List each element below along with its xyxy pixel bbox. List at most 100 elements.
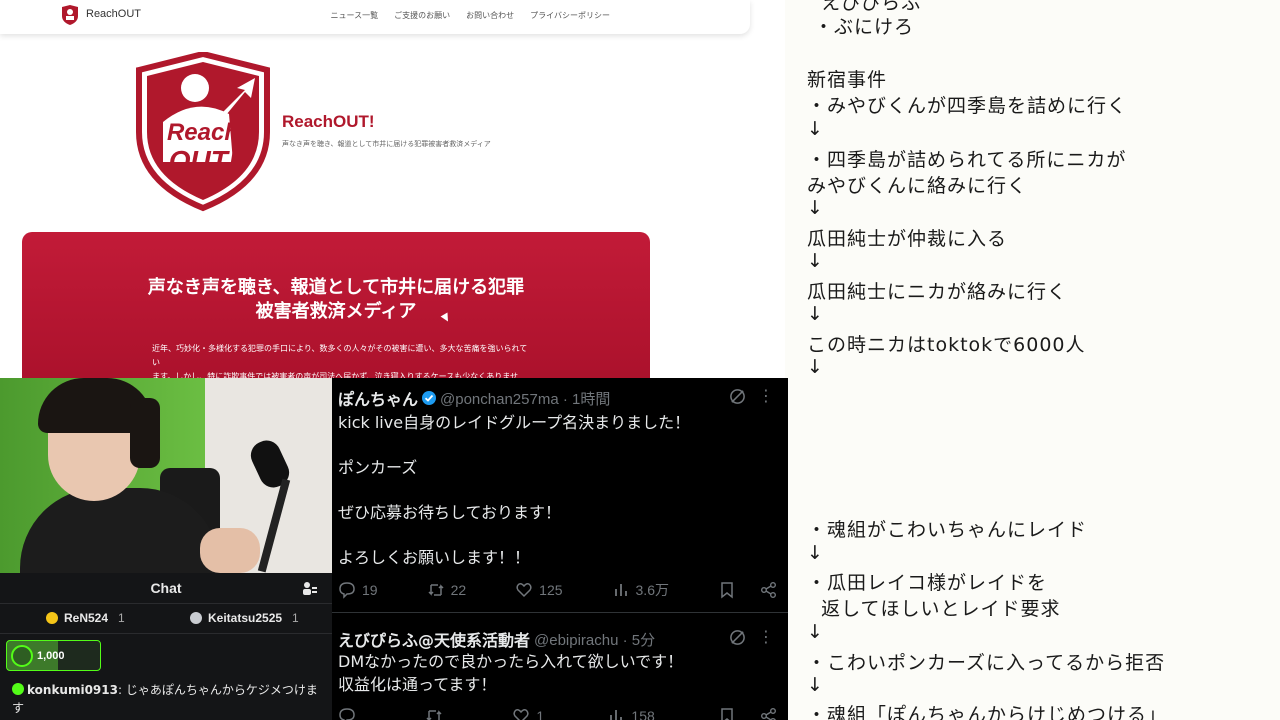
reply-icon [339, 582, 355, 599]
grok-icon[interactable] [729, 629, 746, 646]
streamer-hand [200, 528, 260, 573]
note-line: ・魂組がこわいちゃんにレイド [807, 519, 1088, 541]
tweet-body: DMなかったので良かったら入れて欲しいです！ 収益化は通ってます！ [338, 652, 684, 694]
card-title: 声なき声を聴き、報道として市井に届ける犯罪 被害者救済メディア [22, 276, 650, 324]
note-line: 瓜田純士にニカが絡みに行く [807, 281, 1068, 303]
grok-icon[interactable] [729, 388, 746, 405]
bookmark-icon[interactable] [718, 581, 736, 599]
view-count: 3.6万 [635, 582, 669, 598]
screen: ReachOUT ニュース一覧 ご支援のお願い お問い合わせ プライバシーポリシ… [0, 0, 1280, 720]
nav-support[interactable]: ご支援のお願い [394, 10, 450, 21]
note-line: ・魂組「ぽんちゃんからけじめつける」 [807, 704, 1168, 720]
card-body: 近年、巧妙化・多様化する犯罪の手口により、数多くの人々がその被害に遭い、多大な苦… [152, 342, 532, 378]
notes-panel: えびぴらふ ・ぶにけろ 新宿事件 ・みやびくんが四季島を詰めに行く ↓ ・四季島… [785, 0, 1280, 720]
nav-privacy[interactable]: プライバシーポリシー [530, 10, 610, 21]
card-title-line-1: 声なき声を聴き、報道として市井に届ける犯罪 [147, 277, 525, 298]
card-title-line-2: 被害者救済メディア [255, 301, 417, 322]
bookmark-icon[interactable] [718, 707, 736, 720]
site-nav: ニュース一覧 ご支援のお願い お問い合わせ プライバシーポリシー [331, 10, 610, 21]
leaderboard-item[interactable]: Keitatsu2525 1 [190, 611, 299, 625]
note-line: 瓜田純士が仲裁に入る [807, 228, 1008, 250]
users-icon[interactable] [302, 581, 318, 597]
tweet-actions: 19 22 125 3.6万 [338, 580, 778, 600]
tweet-author-name[interactable]: えびぴらふ@天使系活動者 [338, 627, 530, 651]
logo-text-reach: Reach [167, 119, 239, 146]
tweet-body: kick live自身のレイドグループ名決まりました！ ポンカーズ ぜひ応募お待… [338, 413, 691, 567]
hero-red-card: 声なき声を聴き、報道として市井に届ける犯罪 被害者救済メディア 近年、巧妙化・多… [22, 232, 650, 378]
like-button[interactable]: 1 [512, 707, 544, 720]
note-line: ・こわいポンカーズに入ってるから拒否 [807, 652, 1166, 674]
heart-icon [513, 709, 530, 720]
chat-message: konkumi0913: じゃあぽんちゃんからケジメつけます ね [12, 681, 324, 720]
retweet-icon [426, 710, 442, 720]
note-line: ↓ [807, 303, 824, 325]
tweet-author-name[interactable]: ぽんちゃん [338, 386, 418, 410]
card-body-line-2: ます。しかし、特に詐欺事件では被害者の声が司法へ届かず、泣き寝入りするケースも少… [152, 372, 518, 378]
share-icon[interactable] [760, 707, 778, 720]
note-line: ↓ [807, 542, 824, 564]
gold-rank-icon [46, 612, 58, 624]
webcam-feed [0, 378, 332, 573]
pinned-gift-pill[interactable]: 1,000 [6, 640, 101, 671]
gift-amount: 1,000 [37, 649, 65, 662]
note-line: 返してほしいとレイド要求 [807, 598, 1061, 620]
tweet-handle-time[interactable]: @ebipirachu · 5分 [534, 629, 655, 650]
tweet-separator [332, 612, 788, 613]
note-line: 新宿事件 [807, 69, 888, 91]
reply-icon [339, 708, 355, 720]
reply-button[interactable]: 19 [338, 581, 378, 599]
note-line: ・四季島が詰められてる所にニカが [807, 149, 1127, 171]
hero-title: ReachOUT! [282, 112, 375, 131]
reply-button[interactable] [338, 707, 362, 720]
views-chart-icon [610, 710, 623, 720]
tweet-extra-actions [718, 581, 778, 599]
gifter-avatar [11, 644, 33, 667]
reachout-logo-icon: Reach OUT! [136, 52, 270, 212]
verified-badge-icon [422, 391, 437, 405]
retweet-button[interactable] [425, 707, 449, 720]
heart-icon [516, 583, 532, 598]
reachout-logo-small-icon[interactable] [60, 4, 80, 26]
note-line: ↓ [807, 356, 824, 378]
leader-count: 1 [292, 611, 299, 625]
more-options-icon[interactable]: ⋮ [758, 386, 774, 405]
like-button[interactable]: 125 [515, 581, 563, 599]
more-options-icon[interactable]: ⋮ [758, 627, 774, 646]
chat-username[interactable]: konkumi0913 [27, 683, 118, 697]
nav-news-list[interactable]: ニュース一覧 [331, 10, 379, 21]
views-chart-icon [614, 584, 627, 596]
like-count: 125 [539, 582, 563, 598]
site-brand[interactable]: ReachOUT [86, 8, 141, 20]
views-button[interactable]: 3.6万 [612, 580, 669, 600]
note-line: ↓ [807, 621, 824, 643]
tweet-feed: ぽんちゃん @ponchan257ma · 1時間 ⋮ kick live自身の… [332, 378, 788, 720]
tweet-actions: 1 158 [338, 707, 778, 720]
tweet-card[interactable]: えびぴらふ@天使系活動者 @ebipirachu · 5分 ⋮ DMなかったので… [332, 619, 788, 720]
leader-count: 1 [118, 611, 125, 625]
leader-name: ReN524 [64, 611, 109, 625]
tweet-header: えびぴらふ@天使系活動者 @ebipirachu · 5分 [338, 627, 655, 651]
note-line: ・ぶにけろ [807, 16, 915, 38]
note-line: ↓ [807, 197, 824, 219]
silver-rank-icon [190, 612, 202, 624]
views-button[interactable]: 158 [607, 707, 655, 720]
share-icon[interactable] [760, 581, 778, 599]
note-line: みやびくんに絡みに行く [807, 175, 1028, 197]
retweet-button[interactable]: 22 [427, 581, 467, 599]
note-line: ・みやびくんが四季島を詰めに行く [807, 95, 1128, 117]
view-count: 158 [631, 708, 655, 720]
leaderboard-item[interactable]: ReN524 1 [46, 611, 125, 625]
hero-subtitle: 声なき声を聴き、報道として市井に届ける犯罪被害者救済メディア [282, 140, 491, 148]
nav-contact[interactable]: お問い合わせ [466, 10, 514, 21]
note-line: ↓ [807, 118, 824, 140]
chat-panel: Chat ReN524 1 Keitatsu2525 1 1,000 konku… [0, 573, 332, 720]
note-line: ↓ [807, 674, 824, 696]
retweet-count: 22 [450, 582, 467, 598]
logo-text-out: OUT! [169, 145, 237, 176]
tweet-card[interactable]: ぽんちゃん @ponchan257ma · 1時間 ⋮ kick live自身の… [332, 378, 788, 616]
like-count: 1 [536, 708, 545, 720]
chat-divider [0, 633, 332, 634]
note-line: ・瓜田レイコ様がレイドを [807, 572, 1048, 594]
tweet-handle-time[interactable]: @ponchan257ma · 1時間 [440, 388, 610, 409]
site-header: ReachOUT ニュース一覧 ご支援のお願い お問い合わせ プライバシーポリシ… [0, 0, 750, 34]
